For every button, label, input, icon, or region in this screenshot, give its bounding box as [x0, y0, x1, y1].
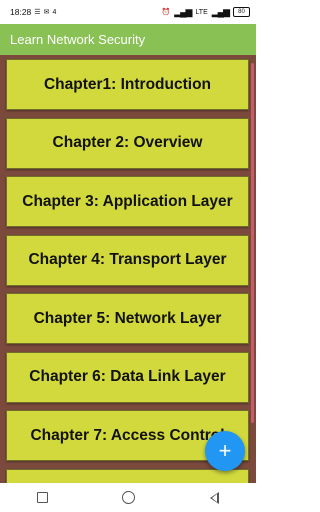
status-bar: 18:28 ☰ ✉ 4 ⏰ ▂▄▆ LTE ▂▄▆ 80	[0, 0, 256, 24]
plus-icon: +	[218, 438, 232, 463]
scrollbar[interactable]	[251, 63, 254, 423]
notification-icon: ✉	[43, 9, 50, 16]
home-button[interactable]	[122, 491, 136, 504]
recents-button[interactable]	[37, 492, 49, 503]
chapter-button-2[interactable]: Chapter 2: Overview	[6, 117, 249, 169]
wifi-icon: ☰	[34, 9, 41, 16]
chapter-button-3[interactable]: Chapter 3: Application Layer	[6, 176, 249, 227]
chapter-button-1[interactable]: Chapter1: Introduction	[6, 59, 249, 110]
chapter-label: Chapter 3: Application Layer	[22, 192, 233, 210]
chapter-label: Chapter 2: Overview	[52, 134, 203, 151]
wifi-signal-icon: ▂▄▆	[211, 6, 230, 17]
signal-icon: ▂▄▆	[174, 6, 192, 17]
network-type: LTE	[195, 8, 208, 16]
battery-icon: 80	[233, 7, 250, 17]
system-nav-bar	[0, 483, 256, 512]
chapter-label: Chapter 4: Transport Layer	[28, 251, 227, 268]
chapter-button-4[interactable]: Chapter 4: Transport Layer	[6, 234, 249, 286]
alarm-icon: ⏰	[161, 9, 171, 16]
app-title: Learn Network Security	[10, 32, 146, 47]
chapter-list-container[interactable]: Chapter1: Introduction Chapter 2: Overvi…	[0, 55, 256, 483]
back-button[interactable]	[209, 491, 219, 504]
battery-level: 80	[238, 9, 245, 15]
chapter-label: Chapter 5: Network Layer	[33, 309, 222, 327]
chapter-button-6[interactable]: Chapter 6: Data Link Layer	[6, 351, 249, 403]
chapter-label: Chapter 6: Data Link Layer	[29, 368, 226, 385]
status-extra-count: 4	[52, 8, 57, 16]
chapter-label: Chapter1: Introduction	[43, 75, 212, 93]
chapter-list: Chapter1: Introduction Chapter 2: Overvi…	[6, 59, 250, 483]
status-time: 18:28	[10, 7, 32, 17]
chapter-button-8[interactable]	[6, 468, 249, 483]
add-fab-button[interactable]: +	[205, 431, 245, 471]
chapter-label: Chapter 7: Access Control	[30, 426, 225, 444]
chapter-button-5[interactable]: Chapter 5: Network Layer	[6, 293, 249, 344]
app-bar: Learn Network Security	[0, 24, 256, 55]
